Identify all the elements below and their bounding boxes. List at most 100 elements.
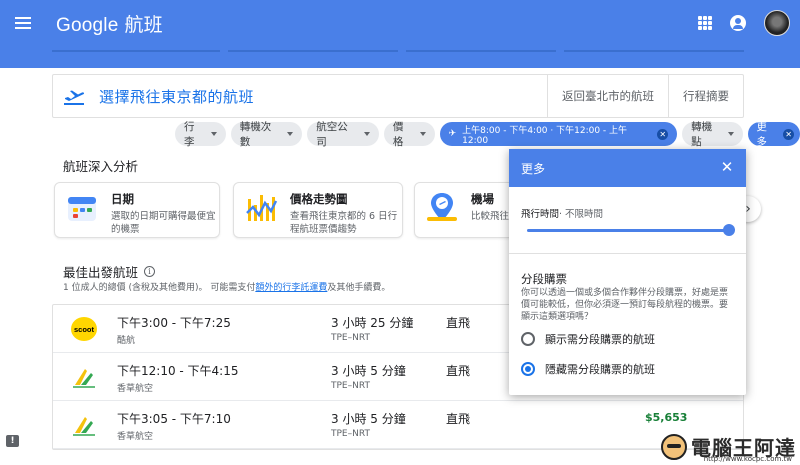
trip-summary-link[interactable]: 行程摘要 <box>668 75 743 117</box>
divider <box>509 253 746 254</box>
close-icon[interactable]: ✕ <box>720 160 734 175</box>
filter-more[interactable]: 更多 ✕ <box>748 121 800 148</box>
chevron-right-icon: › <box>745 201 751 217</box>
flight-duration: 3 小時 5 分鐘 <box>331 364 406 378</box>
filter-connecting-airports[interactable]: 轉機點 <box>682 121 744 148</box>
flight-row[interactable]: 下午3:05 - 下午7:10 香草航空 3 小時 5 分鐘 TPE–NRT 直… <box>53 401 743 449</box>
caret-down-icon <box>728 132 735 136</box>
hide-split-option[interactable]: 隱藏需分段購票的航班 <box>521 361 655 377</box>
price-note: 1 位成人的總價 (含稅及其他費用)。 可能需支付額外的行李託運費及其他手續費。 <box>63 280 390 293</box>
step-header: 選擇飛往東京都的航班 返回臺北市的航班 行程摘要 <box>52 74 744 118</box>
note-suffix: 及其他手續費。 <box>327 283 391 293</box>
flight-stops: 直飛 <box>446 316 471 330</box>
airport-pin-icon <box>427 193 457 221</box>
chip-label: 行李 <box>184 121 195 148</box>
filter-baggage[interactable]: 行李 <box>175 121 226 148</box>
chip-label: 價格 <box>392 121 404 148</box>
flight-times: 下午12:10 - 下午4:15 <box>117 364 239 378</box>
search-field-origin[interactable] <box>52 46 220 52</box>
clear-filter-icon[interactable]: ✕ <box>657 128 669 140</box>
insight-head: 機場 <box>471 192 494 206</box>
google-logo-text: Google <box>56 14 119 36</box>
back-to-return-link[interactable]: 返回臺北市的航班 <box>547 75 668 117</box>
plane-takeoff-icon <box>64 90 85 105</box>
menu-icon <box>15 17 31 29</box>
caret-down-icon <box>210 132 217 136</box>
slider-handle[interactable] <box>723 224 735 236</box>
product-name: 航班 <box>124 14 163 36</box>
filter-stops[interactable]: 轉機次數 <box>230 121 303 148</box>
flight-stops: 直飛 <box>446 364 471 378</box>
filter-chips: 行李 轉機次數 航空公司 價格 ✈ 上午8:00 - 下午4:00 · 下午12:… <box>175 121 800 148</box>
scoot-logo: scoot <box>71 317 97 341</box>
flight-route: TPE–NRT <box>331 429 370 439</box>
insight-card-airports[interactable]: 機場 比較飛往東京都的航班票價 <box>414 182 524 238</box>
caret-down-icon <box>419 132 426 136</box>
page-title: 選擇飛往東京都的航班 <box>99 87 255 106</box>
apps-grid-icon[interactable] <box>698 16 712 30</box>
feedback-icon[interactable]: ! <box>6 435 19 447</box>
flight-time-title: 飛行時間 <box>521 209 560 220</box>
vanilla-air-logo <box>73 417 95 436</box>
split-ticket-desc: 你可以透過一個或多個合作夥伴分段購票，好處是票價可能較低，但你必須逐一預訂每段航… <box>521 288 729 322</box>
flight-price: $5,653 <box>645 411 688 424</box>
flight-route: TPE–NRT <box>331 381 370 391</box>
info-icon[interactable]: i <box>144 266 156 277</box>
radio-unselected-icon[interactable] <box>521 332 535 346</box>
insight-card-price-graph[interactable]: 價格走勢圖 查看飛往東京都的 6 日行程航班票價趨勢 <box>233 182 403 238</box>
option-label: 隱藏需分段購票的航班 <box>545 363 655 376</box>
flight-stops: 直飛 <box>446 412 471 426</box>
flight-airline: 酷航 <box>117 336 136 346</box>
watermark-url: http://www.kocpc.com.tw <box>703 455 792 463</box>
insight-desc: 查看飛往東京都的 6 日行程航班票價趨勢 <box>290 211 398 235</box>
chip-label: 更多 <box>756 121 767 148</box>
search-field-dates[interactable] <box>406 46 556 52</box>
filter-airlines[interactable]: 航空公司 <box>307 121 379 148</box>
flight-time-value: · 不限時間 <box>559 209 604 220</box>
watermark: 電腦王阿達 http://www.kocpc.com.tw <box>661 432 796 463</box>
flight-airline: 香草航空 <box>117 432 154 442</box>
filter-price[interactable]: 價格 <box>383 121 435 148</box>
insight-head: 價格走勢圖 <box>290 192 348 206</box>
more-filters-dialog: 更多 ✕ 飛行時間· 不限時間 分段購票 你可以透過一個或多個合作夥伴分段購票，… <box>509 149 746 395</box>
flight-duration: 3 小時 5 分鐘 <box>331 412 406 426</box>
flight-duration: 3 小時 25 分鐘 <box>331 316 414 330</box>
search-field-destination[interactable] <box>228 46 398 52</box>
show-split-option[interactable]: 顯示需分段購票的航班 <box>521 331 655 347</box>
airline-logo: scoot <box>71 317 97 341</box>
caret-down-icon <box>363 132 370 136</box>
notifications-account-icon[interactable] <box>730 15 746 31</box>
insights-heading: 航班深入分析 <box>63 159 139 174</box>
split-ticket-title: 分段購票 <box>521 272 567 286</box>
dialog-title: 更多 <box>521 161 546 176</box>
search-strip <box>0 46 800 68</box>
dialog-header: 更多 ✕ <box>509 149 746 187</box>
chip-label: 轉機點 <box>691 121 713 148</box>
filter-times[interactable]: ✈ 上午8:00 - 下午4:00 · 下午12:00 - 上午12:00 ✕ <box>439 122 678 146</box>
calendar-icon <box>68 197 96 221</box>
price-graph-icon <box>246 195 278 221</box>
best-flights-heading: 最佳出發航班 i <box>63 262 156 281</box>
insight-desc: 選取的日期可購得最便宜的機票 <box>111 211 216 235</box>
clear-filter-icon[interactable]: ✕ <box>783 128 794 140</box>
flight-duration-slider[interactable] <box>527 224 735 236</box>
caret-down-icon <box>287 132 294 136</box>
flight-times: 下午3:05 - 下午7:10 <box>117 412 231 426</box>
flight-time-label: 飛行時間· 不限時間 <box>521 206 603 220</box>
avatar[interactable] <box>764 10 790 36</box>
chip-label: 航空公司 <box>316 121 348 148</box>
baggage-fees-link[interactable]: 額外的行李託運費 <box>255 283 327 293</box>
note-prefix: 1 位成人的總價 (含稅及其他費用)。 可能需支付 <box>63 283 256 293</box>
radio-selected-icon[interactable] <box>521 362 535 376</box>
mascot-icon <box>661 433 687 460</box>
app-bar: Google 航班 <box>0 0 800 46</box>
search-field-return[interactable] <box>564 46 744 52</box>
insight-card-dates[interactable]: 日期 選取的日期可購得最便宜的機票 <box>54 182 220 238</box>
vanilla-air-logo <box>73 369 95 388</box>
app-brand[interactable]: Google 航班 <box>56 10 163 37</box>
best-title-text: 最佳出發航班 <box>63 265 139 280</box>
insight-desc: 比較飛往東京都的航班票價 <box>471 211 511 222</box>
plane-icon: ✈ <box>448 129 457 139</box>
main-menu-button[interactable] <box>0 0 46 46</box>
insight-head: 日期 <box>111 192 134 206</box>
